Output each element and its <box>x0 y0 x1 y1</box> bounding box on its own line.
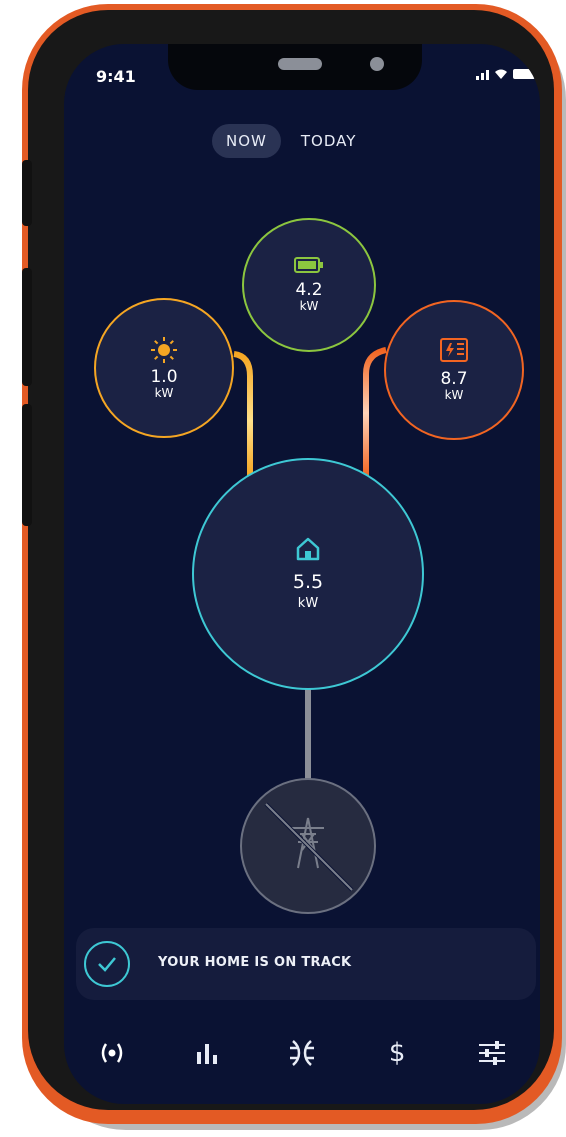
chart-icon <box>196 1044 217 1064</box>
nav-chart-button[interactable] <box>182 1033 232 1073</box>
nav-dollar-button[interactable]: $ <box>372 1033 422 1073</box>
solar-node[interactable]: 1.0 kW <box>94 298 234 438</box>
battery-icon <box>294 257 323 273</box>
flow-icon <box>289 1040 314 1066</box>
app-screen: 9:41 NOW TODAY 4.2 kW 1.0 kW 8.7 kW 5.5 … <box>64 44 540 1104</box>
grid-node[interactable] <box>240 778 376 914</box>
settings-sliders-icon <box>479 1041 506 1065</box>
status-text: YOUR HOME IS ON TRACK <box>158 955 352 970</box>
power-tower-icon <box>264 802 354 892</box>
battery-value: 4.2 <box>295 280 323 300</box>
mute-switch <box>22 160 32 226</box>
ev-unit: kW <box>444 388 464 402</box>
solar-unit: kW <box>154 386 174 400</box>
ev-value: 8.7 <box>440 369 468 389</box>
home-node[interactable]: 5.5 kW <box>192 458 424 690</box>
home-icon <box>296 537 320 561</box>
volume-down-button <box>22 404 32 526</box>
sun-icon <box>151 337 177 363</box>
volume-up-button <box>22 268 32 386</box>
check-icon <box>84 941 130 987</box>
home-unit: kW <box>297 596 319 611</box>
battery-unit: kW <box>299 299 319 313</box>
home-value: 5.5 <box>292 571 324 593</box>
status-banner: YOUR HOME IS ON TRACK <box>76 928 536 1000</box>
ev-charger-icon <box>440 338 468 362</box>
battery-node[interactable]: 4.2 kW <box>242 218 376 352</box>
live-icon <box>101 1043 122 1063</box>
bottom-nav: $ <box>64 1028 540 1078</box>
ev-charger-node[interactable]: 8.7 kW <box>384 300 524 440</box>
solar-value: 1.0 <box>150 367 178 387</box>
nav-live-button[interactable] <box>87 1033 137 1073</box>
solar-flow-line <box>233 351 253 476</box>
ev-flow-line <box>363 347 387 476</box>
nav-settings-button[interactable] <box>467 1033 517 1073</box>
nav-flow-button[interactable] <box>277 1033 327 1073</box>
